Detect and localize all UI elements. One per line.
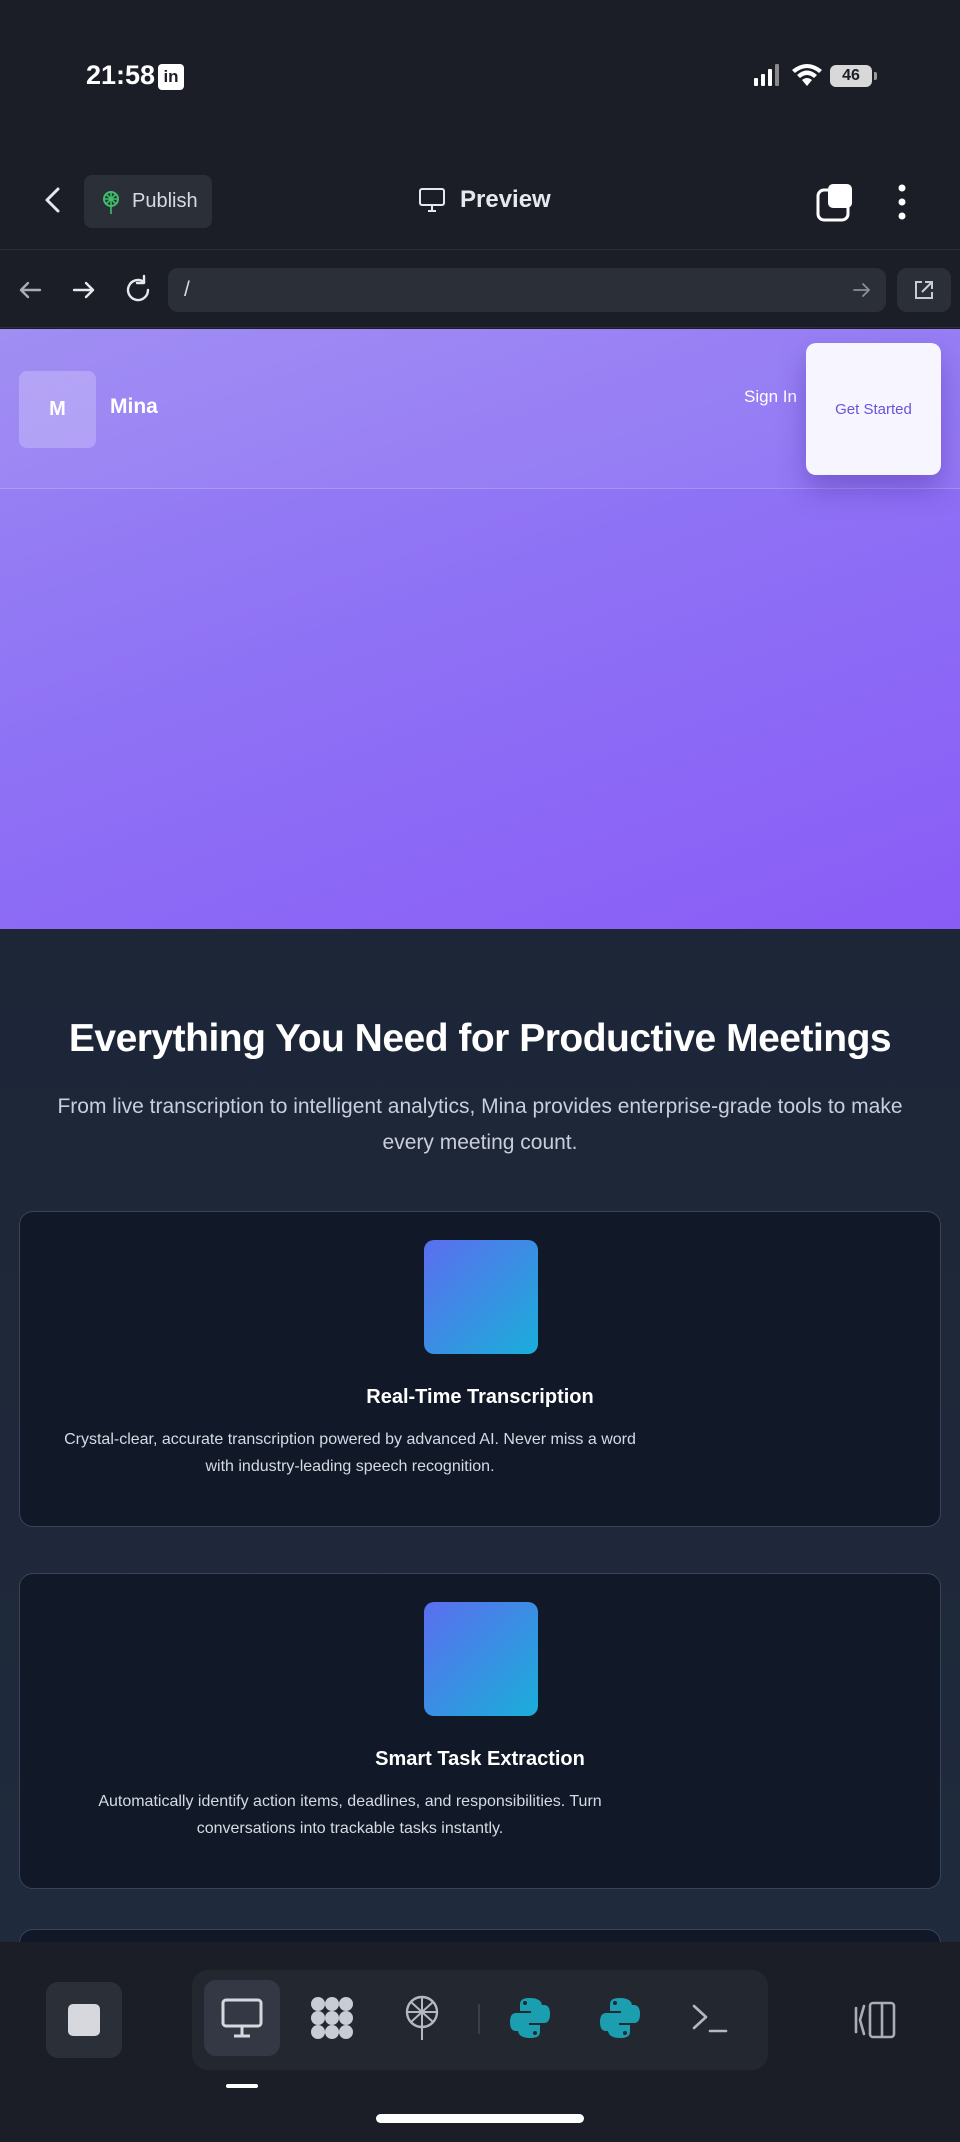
hero-section: M Mina Sign In Get Started bbox=[0, 329, 960, 929]
publish-antenna-icon bbox=[103, 190, 119, 214]
stop-icon bbox=[68, 2004, 100, 2036]
terminal-icon bbox=[692, 2004, 728, 2033]
deploy-icon bbox=[405, 1995, 439, 2040]
wifi-icon bbox=[792, 64, 822, 86]
feature-description: Automatically identify action items, dea… bbox=[98, 1793, 602, 1837]
feature-icon bbox=[424, 1240, 538, 1354]
browser-toolbar: / bbox=[0, 250, 960, 328]
feature-title: Real-Time Transcription bbox=[366, 1386, 594, 1408]
battery-icon: 46 bbox=[830, 65, 877, 87]
dock-deploy[interactable] bbox=[384, 1980, 460, 2056]
bottom-dock bbox=[0, 1942, 960, 2142]
back-chevron-icon[interactable] bbox=[38, 184, 70, 216]
features-section: Everything You Need for Productive Meeti… bbox=[0, 929, 960, 2142]
dock-divider bbox=[478, 2004, 480, 2034]
cellular-signal-icon bbox=[754, 64, 779, 86]
dock-python-1[interactable] bbox=[492, 1980, 568, 2056]
active-tab-indicator bbox=[226, 2084, 258, 2088]
site-brand-name[interactable]: Mina bbox=[110, 395, 158, 419]
browser-forward-arrow-icon[interactable] bbox=[68, 274, 100, 306]
feature-card: Smart Task Extraction Automatically iden… bbox=[19, 1573, 941, 1889]
site-logo[interactable]: M bbox=[19, 371, 96, 448]
linkedin-icon: in bbox=[158, 64, 184, 90]
sign-in-link[interactable]: Sign In bbox=[744, 385, 804, 409]
grid-dots-icon bbox=[311, 1997, 353, 2039]
url-input[interactable]: / bbox=[168, 268, 886, 312]
go-arrow-icon[interactable] bbox=[852, 280, 872, 300]
preview-title[interactable]: Preview bbox=[418, 186, 551, 214]
python-icon bbox=[510, 1998, 550, 2038]
url-text: / bbox=[184, 278, 190, 301]
preview-label: Preview bbox=[460, 186, 551, 213]
dock-preview[interactable] bbox=[204, 1980, 280, 2056]
status-bar: 21:58 in 46 bbox=[0, 0, 960, 150]
status-time: 21:58 bbox=[86, 60, 156, 90]
dock-workflows[interactable] bbox=[294, 1980, 370, 2056]
external-link-icon bbox=[915, 281, 933, 299]
publish-button[interactable]: Publish bbox=[84, 175, 212, 228]
browser-back-arrow-icon[interactable] bbox=[14, 274, 46, 306]
feature-title: Smart Task Extraction bbox=[375, 1748, 585, 1770]
stop-button[interactable] bbox=[46, 1982, 122, 2058]
more-options-icon[interactable] bbox=[890, 182, 914, 222]
get-started-button[interactable]: Get Started bbox=[806, 343, 941, 475]
monitor-icon bbox=[419, 188, 445, 212]
features-subtitle: From live transcription to intelligent a… bbox=[57, 1095, 903, 1154]
dock-tools bbox=[192, 1970, 768, 2070]
app-header: Publish Preview bbox=[0, 150, 960, 250]
feature-description: Crystal-clear, accurate transcription po… bbox=[64, 1431, 636, 1475]
feature-icon bbox=[424, 1602, 538, 1716]
feature-card: Real-Time Transcription Crystal-clear, a… bbox=[19, 1211, 941, 1527]
python-icon bbox=[600, 1998, 640, 2038]
site-navbar: M Mina Sign In Get Started bbox=[0, 329, 960, 489]
open-external-button[interactable] bbox=[897, 268, 951, 312]
dock-python-2[interactable] bbox=[582, 1980, 658, 2056]
desktop-icon bbox=[221, 1998, 263, 2038]
dock-shell[interactable] bbox=[672, 1980, 748, 2056]
home-indicator[interactable] bbox=[376, 2114, 584, 2123]
windows-switcher-icon[interactable] bbox=[816, 182, 856, 222]
reload-icon[interactable] bbox=[122, 274, 154, 306]
sidebar-toggle-icon[interactable] bbox=[852, 2000, 898, 2040]
features-heading: Everything You Need for Productive Meeti… bbox=[68, 1017, 892, 1060]
publish-label: Publish bbox=[132, 190, 198, 212]
